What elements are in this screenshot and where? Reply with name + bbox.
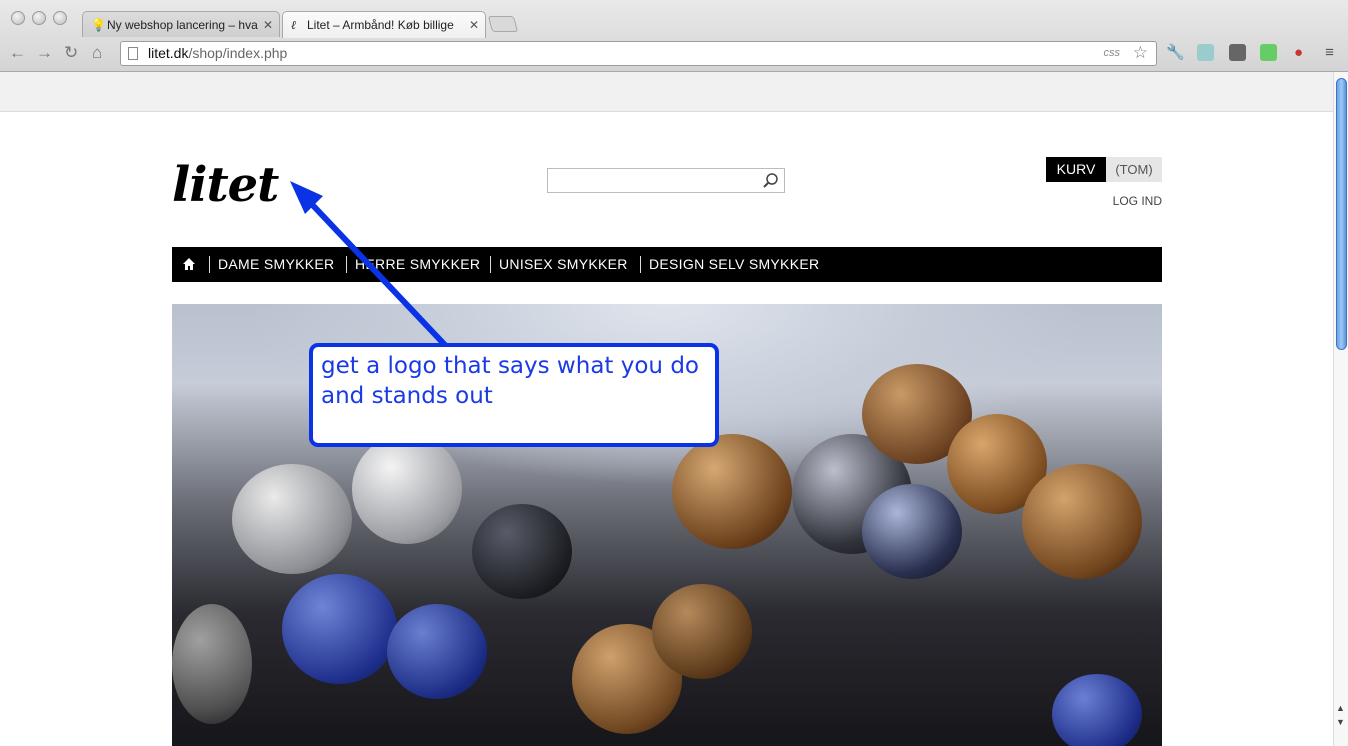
zoom-window-button[interactable] (53, 11, 67, 25)
site-logo[interactable]: litet (172, 157, 279, 213)
scroll-up-icon[interactable]: ▲ (1336, 703, 1345, 713)
back-icon[interactable]: ← (9, 43, 26, 63)
tab-title: Litet – Armbånd! Køb billige (307, 18, 454, 32)
cart-button[interactable]: KURV (1046, 157, 1106, 182)
nav-herre-smykker[interactable]: HERRE SMYKKER (355, 247, 480, 282)
search-icon[interactable] (762, 172, 780, 190)
home-icon[interactable]: ⌂ (92, 43, 102, 63)
address-bar[interactable]: litet.dk/shop/index.php css ☆ (120, 41, 1157, 66)
nav-unisex-smykker[interactable]: UNISEX SMYKKER (499, 247, 628, 282)
reload-icon[interactable]: ↻ (64, 43, 78, 63)
nav-design-selv-smykker[interactable]: DESIGN SELV SMYKKER (649, 247, 819, 282)
scroll-thumb[interactable] (1336, 78, 1347, 350)
tab-webshop-lancering[interactable]: 💡 Ny webshop lancering – hva ✕ (82, 11, 280, 37)
login-link[interactable]: LOG IND (1113, 194, 1162, 208)
home-icon[interactable] (182, 257, 196, 271)
lightbulb-icon: 💡 (91, 18, 106, 32)
close-tab-icon[interactable]: ✕ (263, 12, 273, 37)
evernote-icon[interactable] (1260, 44, 1277, 61)
bookmark-star-icon[interactable]: ☆ (1133, 43, 1148, 63)
litet-favicon-icon: ℓ (291, 18, 296, 32)
main-nav: DAME SMYKKER HERRE SMYKKER UNISEX SMYKKE… (172, 247, 1162, 282)
browser-chrome: 💡 Ny webshop lancering – hva ✕ ℓ Litet –… (0, 0, 1348, 72)
extension-icon[interactable] (1197, 44, 1214, 61)
annotation-text: get a logo that says what you do and sta… (321, 353, 699, 409)
close-tab-icon[interactable]: ✕ (469, 12, 479, 38)
tab-title: Ny webshop lancering – hva (107, 18, 258, 32)
url-text[interactable]: litet.dk/shop/index.php (148, 42, 287, 65)
scroll-down-icon[interactable]: ▼ (1336, 717, 1345, 727)
new-tab-button[interactable] (487, 16, 519, 32)
close-window-button[interactable] (11, 11, 25, 25)
minimize-window-button[interactable] (32, 11, 46, 25)
nav-dame-smykker[interactable]: DAME SMYKKER (218, 247, 334, 282)
red-extension-icon[interactable]: ● (1290, 44, 1307, 61)
annotation-callout: get a logo that says what you do and sta… (309, 343, 719, 447)
menu-icon[interactable]: ≡ (1321, 44, 1338, 61)
css-badge[interactable]: css (1104, 42, 1121, 65)
forward-icon[interactable]: → (36, 43, 53, 63)
search-input[interactable] (547, 168, 785, 193)
page-icon (128, 47, 138, 60)
cart-status: (TOM) (1106, 157, 1162, 182)
top-strip (0, 72, 1333, 112)
vertical-scrollbar[interactable]: ▲ ▼ (1333, 72, 1348, 746)
tab-litet[interactable]: ℓ Litet – Armbånd! Køb billige ✕ (282, 11, 486, 38)
wrench-icon[interactable]: 🔧 (1166, 44, 1185, 61)
screenshot-extension-icon[interactable] (1229, 44, 1246, 61)
